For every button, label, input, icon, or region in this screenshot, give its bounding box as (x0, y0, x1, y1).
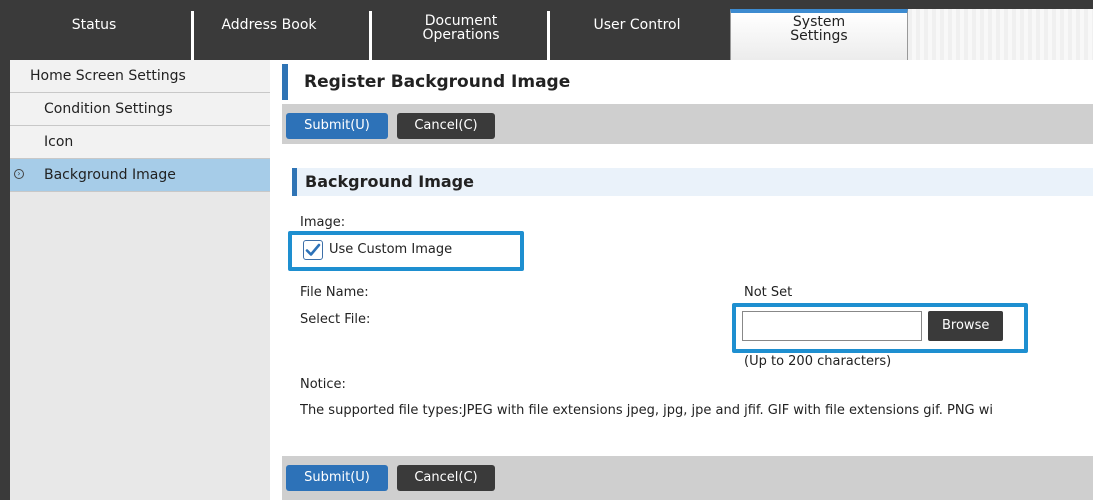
tab-document-operations-label: Document Operations (422, 13, 500, 43)
sidebar-item-label: Background Image (44, 167, 176, 183)
tab-status[interactable]: Status (0, 9, 194, 60)
submit-button[interactable]: Submit(U) (286, 113, 388, 139)
file-name-value: Not Set (744, 285, 793, 300)
tab-user-control-label: User Control (593, 17, 681, 33)
checkmark-icon (305, 243, 321, 256)
sidebar-item-icon[interactable]: Icon (10, 126, 270, 159)
sidebar-item-label: Condition Settings (44, 101, 173, 117)
tab-system-settings[interactable]: System Settings (730, 9, 908, 60)
sidebar: Home Screen Settings Condition Settings … (0, 60, 270, 500)
sidebar-item-condition-settings[interactable]: Condition Settings (10, 93, 270, 126)
use-custom-image-label[interactable]: Use Custom Image (329, 242, 452, 257)
sidebar-item-label: Icon (44, 134, 74, 150)
tab-system-settings-label: System Settings (790, 14, 848, 44)
select-file-label: Select File: (300, 312, 371, 327)
bottom-button-bar: Submit(U) Cancel(C) (282, 456, 1093, 500)
chevron-right-icon: › (14, 169, 24, 179)
browse-button[interactable]: Browse (928, 311, 1004, 341)
notice-text: The supported file types:JPEG with file … (300, 403, 993, 418)
sidebar-item-background-image[interactable]: › Background Image (10, 159, 270, 192)
tab-user-control[interactable]: User Control (550, 9, 730, 60)
image-label: Image: (300, 215, 346, 230)
tab-bar-filler (908, 9, 1093, 60)
tab-status-label: Status (71, 17, 117, 33)
tab-address-book-label: Address Book (221, 17, 317, 33)
tab-document-operations[interactable]: Document Operations (372, 9, 550, 60)
main-content: Register Background Image Submit(U) Canc… (270, 60, 1093, 500)
sidebar-item-home-screen-settings[interactable]: Home Screen Settings (10, 60, 270, 93)
top-button-bar: Submit(U) Cancel(C) (282, 104, 1093, 144)
submit-button[interactable]: Submit(U) (286, 465, 388, 491)
select-file-input[interactable] (742, 311, 922, 341)
cancel-button[interactable]: Cancel(C) (397, 113, 495, 139)
sidebar-item-label: Home Screen Settings (30, 68, 186, 84)
use-custom-image-checkbox[interactable] (303, 240, 323, 260)
char-limit-hint: (Up to 200 characters) (744, 354, 892, 369)
cancel-button[interactable]: Cancel(C) (397, 465, 495, 491)
section-header: Background Image (292, 168, 1093, 196)
notice-label: Notice: (300, 377, 346, 392)
file-name-label: File Name: (300, 285, 369, 300)
page-title: Register Background Image (282, 64, 1093, 100)
top-tab-bar: Status Address Book Document Operations U… (0, 0, 1093, 60)
tab-address-book[interactable]: Address Book (194, 9, 372, 60)
